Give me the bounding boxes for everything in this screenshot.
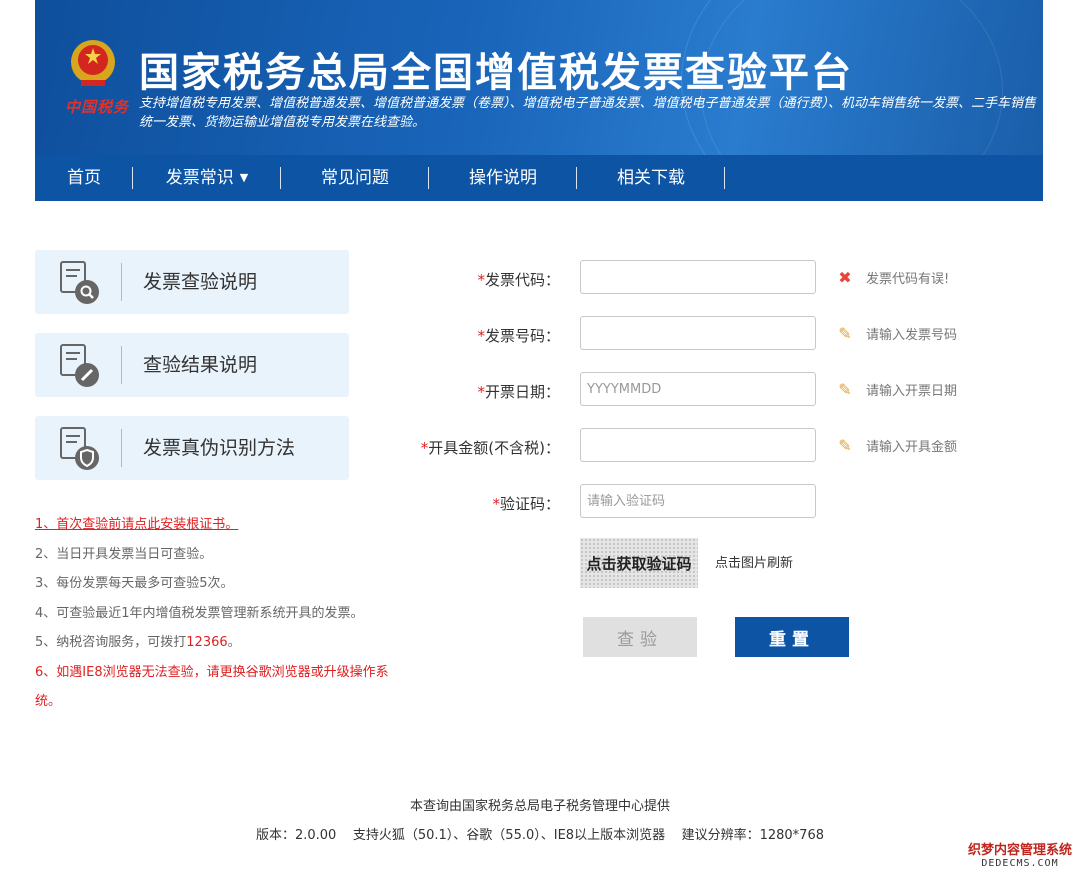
label-text: 开具金额(不含税)： (428, 439, 560, 457)
sidebar-item-label: 发票查验说明 (143, 271, 258, 293)
sidebar-item-authenticity-guide[interactable]: 发票真伪识别方法 (35, 416, 349, 480)
pencil-icon: ✎ (838, 380, 852, 399)
query-button[interactable]: 查验 (583, 617, 697, 657)
note-item: 5、纳税咨询服务，可拨打12366。 (35, 628, 395, 658)
nav-item-faq[interactable]: 常见问题 (281, 155, 429, 201)
label-text: 发票代码： (484, 271, 560, 289)
pencil-icon: ✎ (838, 324, 852, 343)
nav-item-label: 首页 (67, 168, 101, 188)
divider (121, 263, 122, 301)
hint-text: 请输入开票日期 (866, 384, 958, 399)
invoice-date-hint: ✎ 请输入开票日期 (836, 380, 957, 399)
divider (121, 346, 122, 384)
invoice-date-input[interactable] (580, 372, 816, 406)
captcha-label: *验证码： (492, 493, 560, 514)
watermark: 织梦内容管理系统 DEDECMS.COM (968, 839, 1072, 869)
note-item-ie8-warning: 6、如遇IE8浏览器无法查验，请更换谷歌浏览器或升级操作系统。 (35, 664, 389, 710)
sidebar-item-result-guide[interactable]: 查验结果说明 (35, 333, 349, 397)
invoice-code-input[interactable] (580, 260, 816, 294)
page-subtitle: 支持增值税专用发票、增值税普通发票、增值税普通发票（卷票）、增值税电子普通发票、… (139, 96, 1037, 130)
pencil-icon: ✎ (838, 436, 852, 455)
captcha-refresh-hint: 点击图片刷新 (715, 556, 794, 571)
document-search-icon (60, 261, 99, 304)
captcha-image[interactable]: 点击获取验证码 (580, 538, 698, 588)
footer-provider: 本查询由国家税务总局电子税务管理中心提供 (409, 799, 670, 814)
label-text: 发票号码： (484, 327, 560, 345)
install-certificate-link[interactable]: 1、首次查验前请点此安装根证书。 (35, 517, 238, 532)
reset-button[interactable]: 重置 (735, 617, 849, 657)
note-text: 。 (227, 635, 241, 650)
sidebar-item-label: 发票真伪识别方法 (143, 437, 296, 459)
national-emblem-icon (71, 40, 115, 86)
amount-label: *开具金额(不含税)： (421, 437, 560, 458)
note-item: 4、可查验最近1年内增值税发票管理新系统开具的发票。 (35, 605, 364, 621)
required-mark: * (477, 383, 485, 401)
nav-item-label: 操作说明 (469, 168, 537, 188)
nav-item-label: 常见问题 (321, 168, 389, 188)
tax-brand-logo: 中国税务 (65, 98, 130, 116)
footer-version-info: 版本：2.0.00 支持火狐（50.1）、谷歌（55.0）、IE8以上版本浏览器… (255, 828, 824, 843)
invoice-number-label: *发票号码： (477, 325, 560, 346)
sidebar-item-label: 查验结果说明 (143, 354, 258, 376)
hint-text: 发票代码有误! (866, 272, 950, 287)
nav-item-label: 相关下载 (617, 168, 685, 188)
required-mark: * (477, 327, 485, 345)
required-mark: * (477, 271, 485, 289)
sidebar-item-verification-guide[interactable]: 发票查验说明 (35, 250, 349, 314)
hint-text: 请输入开具金额 (866, 440, 958, 455)
page-title: 国家税务总局全国增值税发票查验平台 (139, 50, 853, 96)
invoice-code-hint: ✖ 发票代码有误! (836, 268, 949, 287)
hint-text: 请输入发票号码 (866, 328, 958, 343)
label-text: 开票日期： (484, 383, 560, 401)
note-text: 5、纳税咨询服务，可拨打 (35, 635, 187, 650)
invoice-code-label: *发票代码： (477, 269, 560, 290)
nav-item-home[interactable]: 首页 (35, 155, 133, 201)
invoice-number-hint: ✎ 请输入发票号码 (836, 324, 957, 343)
nav-item-instructions[interactable]: 操作说明 (429, 155, 577, 201)
main-nav: 首页 发票常识 ▼ 常见问题 操作说明 相关下载 (35, 155, 1043, 201)
notes-list: 1、首次查验前请点此安装根证书。 2、当日开具发票当日可查验。 3、每份发票每天… (35, 510, 395, 717)
label-text: 验证码： (499, 495, 560, 513)
watermark-line2: DEDECMS.COM (981, 858, 1059, 869)
invoice-number-input[interactable] (580, 316, 816, 350)
hotline-number: 12366 (186, 635, 228, 650)
required-mark: * (492, 495, 500, 513)
header-banner: 中国税务 国家税务总局全国增值税发票查验平台 支持增值税专用发票、增值税普通发票… (35, 0, 1043, 155)
nav-item-downloads[interactable]: 相关下载 (577, 155, 725, 201)
captcha-input[interactable] (580, 484, 816, 518)
watermark-line1: 织梦内容管理系统 (967, 843, 1072, 858)
divider (121, 429, 122, 467)
document-shield-icon (60, 427, 99, 470)
amount-input[interactable] (580, 428, 816, 462)
nav-item-invoice-knowledge[interactable]: 发票常识 ▼ (133, 155, 281, 201)
error-x-icon: ✖ (838, 268, 852, 287)
amount-hint: ✎ 请输入开具金额 (836, 436, 957, 455)
note-item: 3、每份发票每天最多可查验5次。 (35, 576, 234, 591)
document-edit-icon (60, 344, 99, 387)
chevron-down-icon: ▼ (239, 171, 249, 184)
invoice-date-label: *开票日期： (477, 381, 560, 402)
nav-item-label: 发票常识 (165, 168, 234, 188)
note-item: 2、当日开具发票当日可查验。 (35, 546, 213, 562)
